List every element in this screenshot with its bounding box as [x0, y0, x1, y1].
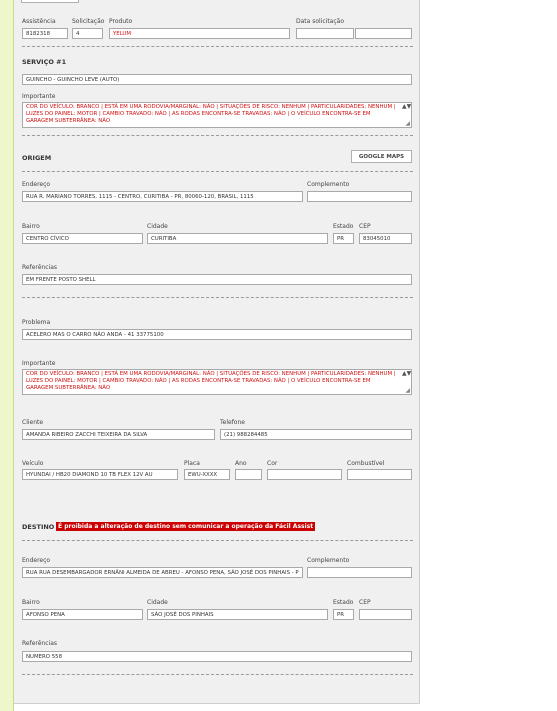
assistencia-field[interactable]: 8182318 [22, 28, 68, 39]
cor-label: Cor [267, 460, 278, 467]
origem-endereco-field[interactable]: RUA R. MARIANO TORRES, 1115 - CENTRO, CU… [22, 191, 303, 202]
service-form-panel: Assistência 8182318 Solicitação 4 Produt… [14, 0, 420, 704]
servico-importante-text: COR DO VEÍCULO: BRANCO | ESTÁ EM UMA ROD… [26, 104, 396, 125]
problema-label: Problema [22, 319, 51, 326]
destino-cep-label: CEP [359, 599, 371, 606]
assistencia-label: Assistência [22, 18, 56, 25]
servico-importante-label: Importante [22, 93, 56, 100]
destino-cep-field[interactable] [359, 609, 412, 620]
origem-endereco-label: Endereço [22, 181, 51, 188]
destino-warning: É proibida a alteração de destino sem co… [56, 522, 316, 531]
destino-referencias-field[interactable]: NUMERO 558 [22, 651, 412, 662]
origem-referencias-label: Referências [22, 264, 57, 271]
placa-field[interactable]: EWU-XXXX [184, 469, 230, 480]
problema-field[interactable]: ACELERO MAS O CARRO NÃO ANDA - 41 337751… [22, 329, 412, 340]
veiculo-field[interactable]: HYUNDAI / HB20 DIAMOND 10 TB FLEX 12V AU [22, 469, 178, 480]
destino-endereco-field[interactable]: RUA RUA DESEMBARGADOR ERNÂNI ALMEIDA DE … [22, 567, 303, 578]
destino-cidade-label: Cidade [147, 599, 168, 606]
ano-label: Ano [235, 460, 247, 467]
origem-cidade-label: Cidade [147, 223, 168, 230]
servico-field[interactable]: GUINCHO - GUINCHO LEVE (AUTO) [22, 74, 412, 85]
destino-referencias-label: Referências [22, 640, 57, 647]
ano-field[interactable] [235, 469, 262, 480]
veiculo-label: Veículo [22, 460, 44, 467]
origem-estado-label: Estado [333, 223, 354, 230]
hora-solicitacao-field[interactable] [355, 28, 412, 39]
origem-bairro-label: Bairro [22, 223, 40, 230]
resize-grip-icon[interactable]: ◢ [405, 387, 410, 394]
top-cropped-button[interactable] [21, 0, 79, 3]
data-solicitacao-label: Data solicitação [296, 18, 345, 25]
destino-estado-label: Estado [333, 599, 354, 606]
produto-label: Produto [109, 18, 133, 25]
origem-estado-field[interactable]: PR [333, 233, 354, 244]
problema-importante-textarea[interactable]: COR DO VEÍCULO: BRANCO | ESTÁ EM UMA ROD… [22, 369, 412, 395]
servico-title: SERVIÇO #1 [22, 58, 67, 66]
destino-bairro-field[interactable]: AFONSO PENA [22, 609, 143, 620]
origem-cep-label: CEP [359, 223, 371, 230]
divider [22, 171, 413, 172]
telefone-label: Telefone [220, 419, 245, 426]
origem-bairro-field[interactable]: CENTRO CÍVICO [22, 233, 143, 244]
combustivel-field[interactable] [347, 469, 412, 480]
destino-title: DESTINO [22, 523, 55, 531]
destino-complemento-field[interactable] [307, 567, 412, 578]
solicitacao-field[interactable]: 4 [72, 28, 103, 39]
produto-field[interactable]: YELUM [109, 28, 290, 39]
problema-importante-label: Importante [22, 360, 56, 367]
solicitacao-label: Solicitação [72, 18, 105, 25]
google-maps-button[interactable]: GOOGLE MAPS [351, 150, 412, 163]
combustivel-label: Combustível [347, 460, 385, 467]
destino-estado-field[interactable]: PR [333, 609, 354, 620]
divider [22, 540, 413, 541]
origem-complemento-field[interactable] [307, 191, 412, 202]
placa-label: Placa [184, 460, 200, 467]
destino-bairro-label: Bairro [22, 599, 40, 606]
destino-complemento-label: Complemento [307, 557, 350, 564]
cliente-label: Cliente [22, 419, 44, 426]
sidebar-strip [0, 0, 14, 711]
destino-endereco-label: Endereço [22, 557, 51, 564]
scroll-arrows-icon[interactable]: ▲▼ [402, 371, 411, 377]
destino-cidade-field[interactable]: SÃO JOSÉ DOS PINHAIS [147, 609, 328, 620]
divider [22, 674, 413, 675]
data-solicitacao-field[interactable] [296, 28, 354, 39]
divider [22, 46, 413, 47]
origem-referencias-field[interactable]: EM FRENTE POSTO SHELL [22, 274, 412, 285]
problema-importante-text: COR DO VEÍCULO: BRANCO | ESTÁ EM UMA ROD… [26, 371, 396, 392]
origem-title: ORIGEM [22, 154, 52, 162]
servico-importante-textarea[interactable]: COR DO VEÍCULO: BRANCO | ESTÁ EM UMA ROD… [22, 102, 412, 128]
origem-cep-field[interactable]: 83045010 [359, 233, 412, 244]
cliente-field[interactable]: AMANDA RIBEIRO ZACCHI TEIXEIRA DA SILVA [22, 429, 215, 440]
divider [22, 135, 413, 136]
divider [22, 297, 413, 298]
scroll-arrows-icon[interactable]: ▲▼ [402, 104, 411, 110]
cor-field[interactable] [267, 469, 342, 480]
origem-cidade-field[interactable]: CURITIBA [147, 233, 328, 244]
resize-grip-icon[interactable]: ◢ [405, 120, 410, 127]
origem-complemento-label: Complemento [307, 181, 350, 188]
telefone-field[interactable]: (21) 988284485 [220, 429, 412, 440]
